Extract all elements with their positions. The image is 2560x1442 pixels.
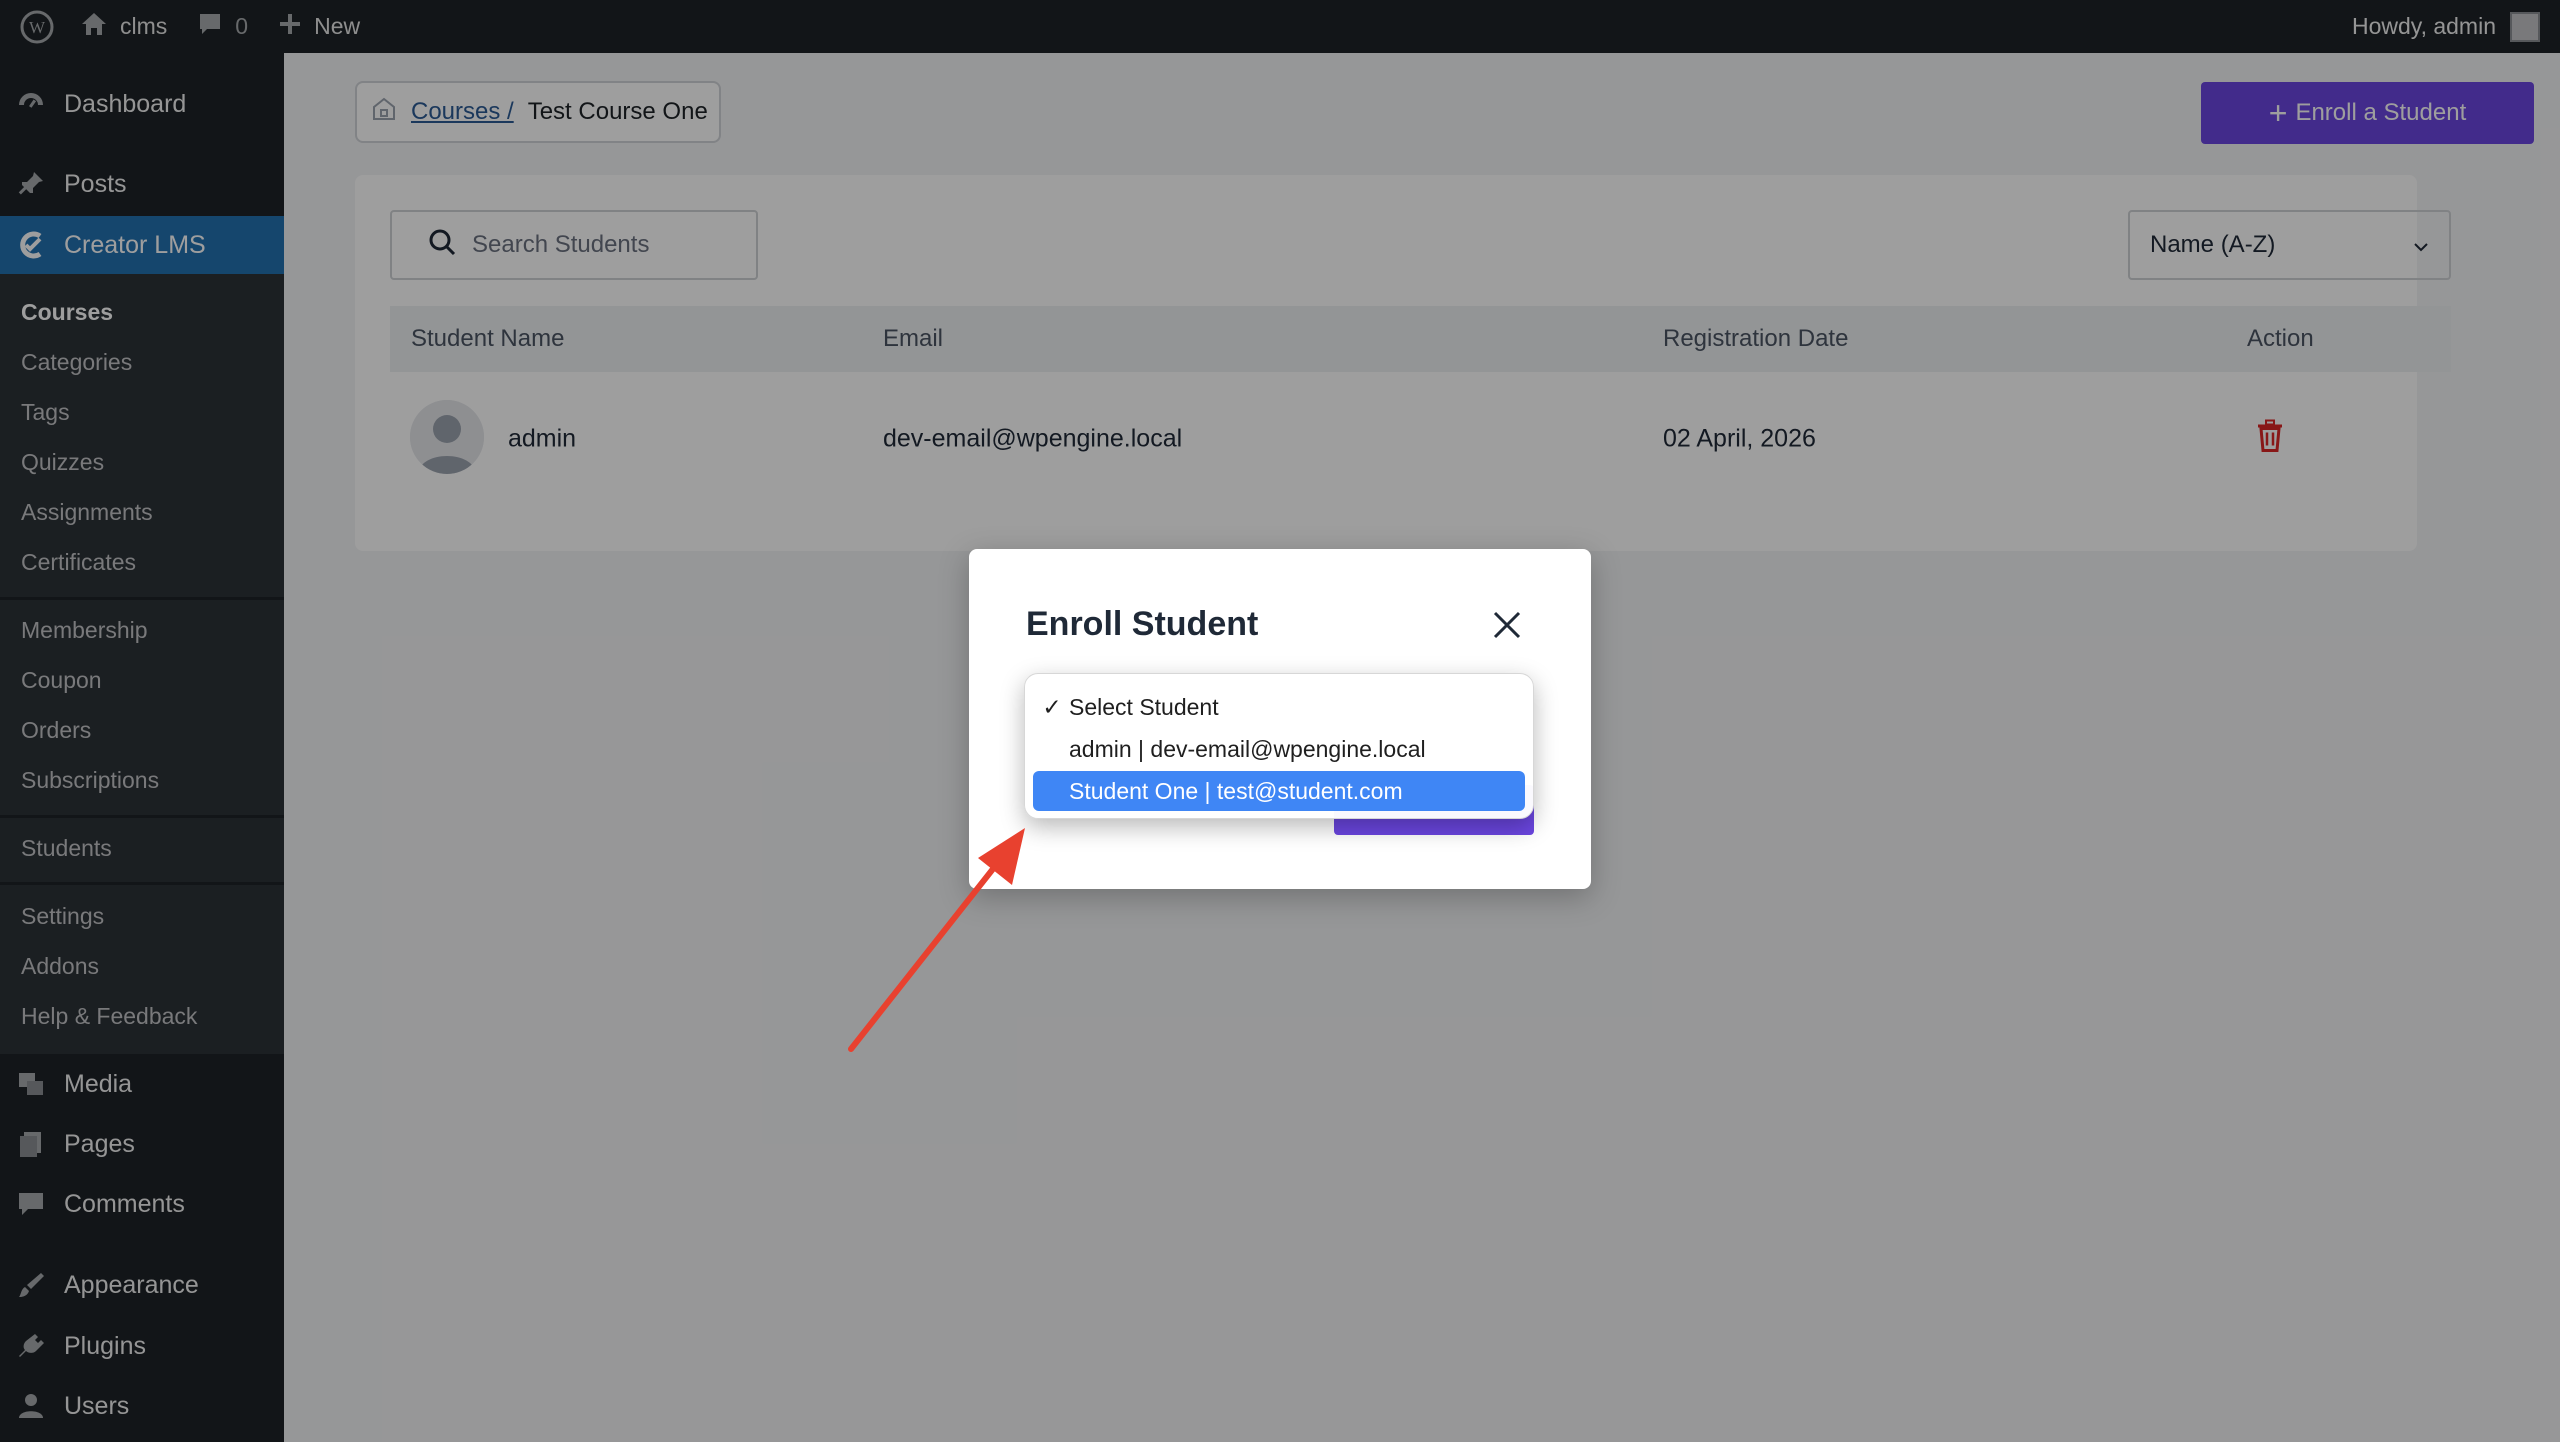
close-icon[interactable] (1487, 605, 1527, 645)
option-admin[interactable]: admin | dev-email@wpengine.local (1033, 729, 1525, 769)
option-select-student[interactable]: ✓ Select Student (1033, 687, 1525, 727)
checkmark-icon: ✓ (1042, 693, 1062, 720)
student-select-dropdown[interactable]: ✓ Select Student admin | dev-email@wpeng… (1024, 673, 1534, 819)
option-label: Select Student (1069, 693, 1219, 720)
option-label: Student One | test@student.com (1069, 777, 1403, 804)
option-student-one[interactable]: Student One | test@student.com (1033, 771, 1525, 811)
modal-title: Enroll Student (1026, 605, 1259, 643)
option-label: admin | dev-email@wpengine.local (1069, 735, 1426, 762)
